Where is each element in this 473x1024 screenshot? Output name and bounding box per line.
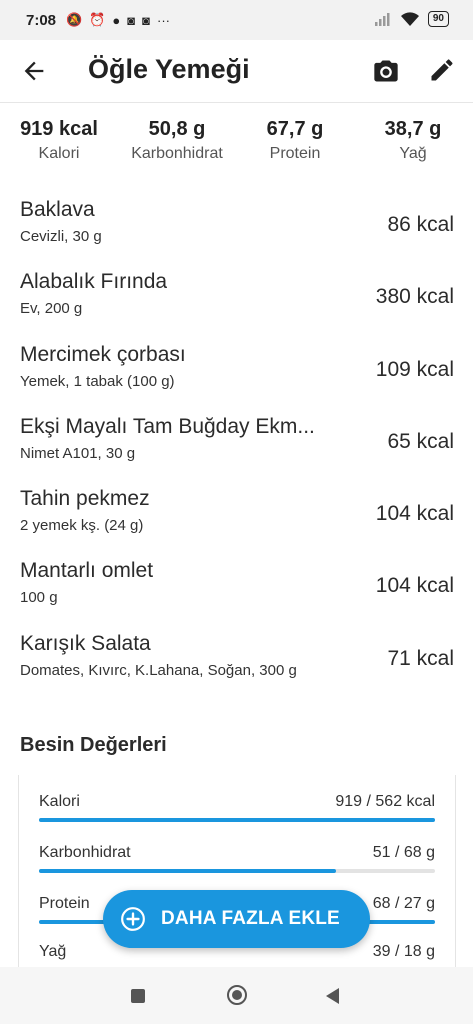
status-time: 7:08 — [26, 11, 57, 29]
add-more-label: DAHA FAZLA EKLE — [161, 908, 340, 929]
nutrition-label: Yağ — [39, 943, 67, 960]
battery-icon: 90 — [427, 11, 449, 27]
summary-value: 38,7 g — [384, 118, 442, 140]
meal-summary: 919 kcal Kalori 50,8 g Karbonhidrat 67,7… — [0, 118, 473, 174]
alarm-icon: ⏰ — [89, 12, 106, 27]
app-icon: ● — [112, 12, 121, 28]
progress-track — [39, 869, 435, 873]
nutrition-value: 68 / 27 g — [372, 895, 435, 912]
summary-fat: 38,7 g Yağ — [354, 118, 472, 163]
summary-value: 50,8 g — [148, 118, 206, 140]
food-calories: 104 kcal — [375, 574, 454, 598]
food-name: Mercimek çorbası — [20, 342, 186, 366]
food-calories: 86 kcal — [387, 213, 454, 236]
home-icon[interactable] — [227, 985, 247, 1005]
summary-label: Karbonhidrat — [131, 145, 223, 162]
add-circle-icon — [121, 907, 145, 931]
summary-value: 919 kcal — [20, 118, 98, 140]
signal-icon — [374, 13, 390, 26]
food-detail: Cevizli, 30 g — [20, 228, 102, 245]
status-icons: 🔕 ⏰ ● ◙ ◙ ··· — [66, 12, 170, 28]
food-detail: Nimet A101, 30 g — [20, 444, 136, 462]
summary-carbs: 50,8 g Karbonhidrat — [118, 118, 236, 163]
food-calories: 71 kcal — [387, 646, 454, 670]
food-item[interactable]: Tahin pekmez 2 yemek kş. (24 g) 104 kcal — [0, 479, 473, 551]
food-name: Karışık Salata — [20, 631, 151, 655]
food-name: Alabalık Fırında — [20, 270, 168, 294]
nutrition-title: Besin Değerleri — [20, 734, 167, 756]
summary-label: Kalori — [38, 145, 80, 162]
food-item[interactable]: Mercimek çorbası Yemek, 1 tabak (100 g) … — [0, 335, 473, 407]
nutrition-label: Karbonhidrat — [39, 844, 131, 861]
food-name: Ekşi Mayalı Tam Buğday Ekm... — [20, 414, 315, 438]
instagram-icon: ◙ — [142, 12, 150, 28]
food-detail: Ev, 200 g — [20, 300, 83, 318]
summary-label: Protein — [269, 145, 321, 162]
food-detail: Domates, Kıvırc, K.Lahana, Soğan, 300 g — [20, 661, 297, 679]
summary-calories: 919 kcal Kalori — [0, 118, 118, 163]
nav-back-icon[interactable] — [326, 988, 339, 1004]
summary-label: Yağ — [399, 145, 427, 162]
add-more-button[interactable]: DAHA FAZLA EKLE — [103, 890, 370, 948]
food-calories: 65 kcal — [387, 429, 454, 453]
food-list: Baklava Cevizli, 30 g 86 kcal Alabalık F… — [0, 190, 473, 696]
nutrition-value: 39 / 18 g — [372, 943, 435, 960]
food-calories: 380 kcal — [375, 285, 454, 309]
instagram-icon: ◙ — [127, 12, 136, 28]
food-detail: 2 yemek kş. (24 g) — [20, 517, 144, 535]
wifi-icon — [400, 12, 419, 26]
progress-fill — [39, 818, 435, 822]
status-bar: 7:08 🔕 ⏰ ● ◙ ◙ ··· 90 — [0, 0, 473, 40]
food-detail: Yemek, 1 tabak (100 g) — [20, 372, 175, 390]
nutrition-label: Kalori — [39, 793, 80, 810]
food-name: Tahin pekmez — [20, 487, 150, 511]
food-name: Mantarlı omlet — [20, 559, 154, 583]
progress-track — [39, 818, 435, 822]
camera-icon[interactable] — [372, 57, 400, 85]
system-nav-bar — [0, 967, 473, 1024]
food-item[interactable]: Karışık Salata Domates, Kıvırc, K.Lahana… — [0, 624, 473, 696]
mute-icon: 🔕 — [66, 12, 83, 27]
food-item[interactable]: Mantarlı omlet 100 g 104 kcal — [0, 551, 473, 623]
food-calories: 109 kcal — [375, 357, 454, 381]
app-bar: Öğle Yemeği — [0, 40, 473, 103]
status-right: 90 — [374, 11, 449, 27]
summary-value: 67,7 g — [266, 118, 324, 140]
nutrition-value: 919 / 562 kcal — [335, 793, 435, 810]
summary-protein: 67,7 g Protein — [236, 118, 354, 163]
nutrition-row-calories: Kalori 919 / 562 kcal — [39, 793, 435, 833]
back-arrow-icon[interactable] — [20, 57, 48, 85]
recents-icon[interactable] — [131, 989, 145, 1003]
page-title: Öğle Yemeği — [88, 54, 250, 84]
progress-fill — [39, 869, 336, 873]
nutrition-row-carbs: Karbonhidrat 51 / 68 g — [39, 844, 435, 884]
food-item[interactable]: Alabalık Fırında Ev, 200 g 380 kcal — [0, 262, 473, 334]
nutrition-label: Protein — [39, 895, 90, 912]
food-item[interactable]: Baklava Cevizli, 30 g 86 kcal — [0, 190, 473, 262]
food-calories: 104 kcal — [375, 502, 454, 526]
nutrition-value: 51 / 68 g — [372, 844, 435, 861]
food-name: Baklava — [20, 198, 95, 221]
food-item[interactable]: Ekşi Mayalı Tam Buğday Ekm... Nimet A101… — [0, 407, 473, 479]
edit-pencil-icon[interactable] — [428, 56, 456, 84]
more-icon: ··· — [156, 12, 170, 28]
food-detail: 100 g — [20, 589, 58, 607]
